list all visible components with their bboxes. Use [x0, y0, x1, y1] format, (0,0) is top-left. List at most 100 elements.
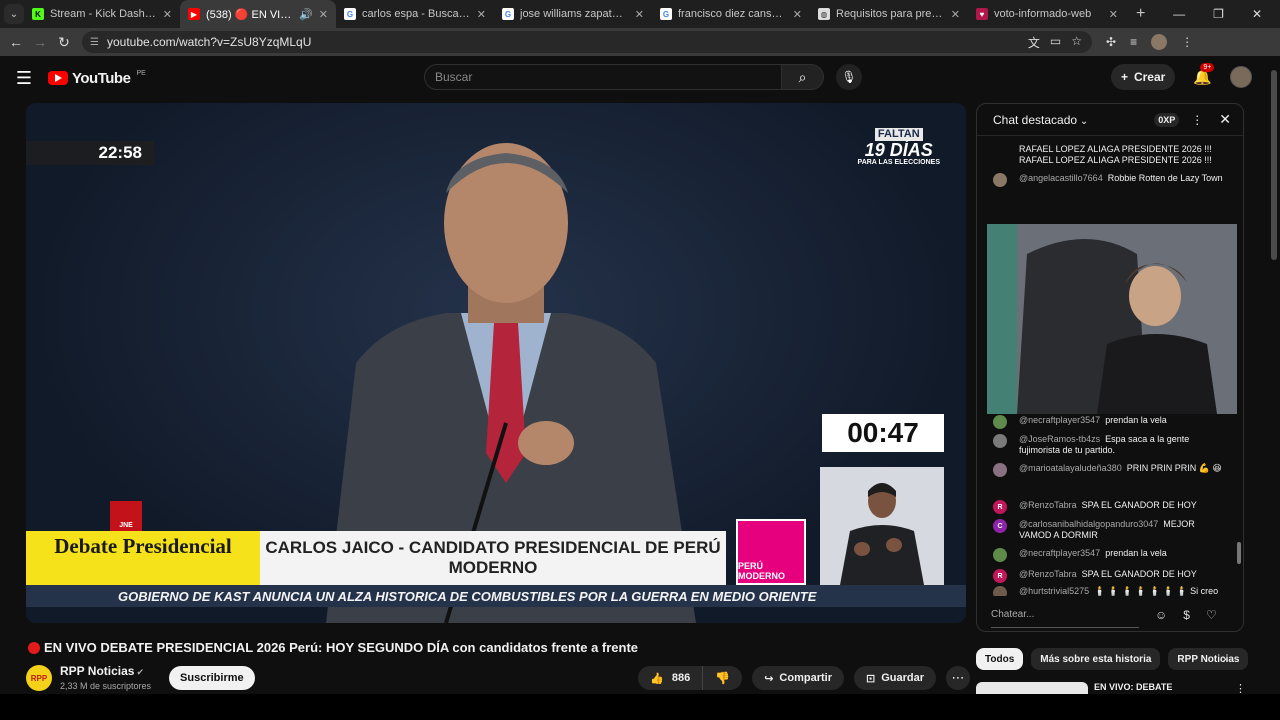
close-icon[interactable]: ✕	[477, 8, 486, 21]
like-dislike-group: 👍 886 👎	[638, 666, 743, 690]
minimize-icon[interactable]: —	[1173, 7, 1185, 21]
close-icon[interactable]: ✕	[951, 8, 960, 21]
video-player[interactable]: 22:58 FALTAN 19 DÍAS PARA LAS ELECCIONES…	[26, 103, 966, 623]
chip-all[interactable]: Todos	[976, 648, 1024, 670]
share-icon: ↪	[764, 672, 774, 685]
tab-google-search-francisco[interactable]: G francisco diez canseco - Buscar con Go…	[652, 0, 810, 28]
chat-avatar: C	[993, 519, 1007, 533]
account-avatar[interactable]	[1230, 66, 1252, 88]
omnibox-actions: 文 ▭ ☆	[1028, 34, 1092, 51]
speaker-icon[interactable]: 🔊	[299, 8, 313, 21]
heart-icon[interactable]: ♡	[1206, 608, 1217, 622]
page-scroll-thumb[interactable]	[1271, 70, 1277, 260]
chat-message: R @RenzoTabra SPA EL GANADOR DE HOY	[977, 500, 1211, 514]
search-input[interactable]	[424, 64, 782, 90]
google-icon: G	[502, 8, 514, 20]
like-button[interactable]: 👍 886	[638, 666, 704, 690]
thumbs-up-icon: 👍	[650, 672, 664, 685]
chat-scroll-thumb[interactable]	[1237, 542, 1241, 564]
live-chat-panel: Chat destacado 0XP ⋮ ✕ RAFAEL LOPEZ ALIA…	[976, 103, 1244, 632]
create-button[interactable]: + Crear	[1110, 64, 1176, 90]
tab-requisitos-presidente[interactable]: ◍ Requisitos para presidente Perú ✕	[810, 0, 968, 28]
notifications-bell-icon[interactable]: 🔔 9+	[1193, 63, 1215, 86]
url-text: youtube.com/watch?v=ZsU8YzqMLqU	[106, 35, 312, 49]
address-bar[interactable]: ☰ youtube.com/watch?v=ZsU8YzqMLqU 文 ▭ ☆	[82, 31, 1092, 53]
youtube-play-icon	[48, 71, 68, 85]
xp-badge[interactable]: 0XP	[1154, 112, 1180, 127]
share-button[interactable]: ↪ Compartir	[752, 666, 844, 690]
chat-avatar	[993, 586, 1007, 596]
close-icon[interactable]: ✕	[163, 8, 172, 21]
chip-channel[interactable]: RPP Noticias	[1168, 648, 1249, 670]
media-controls-icon[interactable]: ≡	[1130, 35, 1137, 49]
search-icon[interactable]: ⌕	[782, 64, 824, 90]
live-indicator-icon	[28, 641, 40, 654]
tab-google-search-jose[interactable]: G jose williams zapata - Buscar con Goog…	[494, 0, 652, 28]
window-controls: — ❐ ✕	[1173, 7, 1280, 21]
tab-voto-informado[interactable]: ♥ voto-informado-web ✕	[968, 0, 1126, 28]
extensions-icon[interactable]: ✣	[1106, 35, 1116, 49]
site-info-icon[interactable]: ☰	[90, 37, 99, 48]
microphone-icon[interactable]: 🎙	[836, 64, 862, 90]
party-logo: PERÚ MODERNO	[736, 519, 806, 585]
emoji-icon[interactable]: ☺	[1155, 608, 1167, 622]
chat-avatar: R	[993, 569, 1007, 583]
header-actions: + Crear 🔔 9+	[1110, 63, 1252, 90]
chat-message: @necraftplayer3547 prendan la vela	[977, 548, 1181, 562]
youtube-logo[interactable]: YouTube PE	[48, 70, 146, 87]
page-scrollbar[interactable]	[1270, 70, 1278, 694]
back-icon[interactable]: ←	[4, 34, 28, 50]
chat-menu-icon[interactable]: ⋮	[1191, 113, 1203, 127]
chevron-right-icon[interactable]: ›	[1222, 650, 1227, 666]
bookmark-star-icon[interactable]: ☆	[1071, 34, 1082, 51]
chat-header: Chat destacado 0XP ⋮ ✕	[977, 104, 1243, 136]
chat-avatar	[993, 173, 1007, 187]
dislike-button[interactable]: 👎	[703, 666, 742, 690]
close-icon[interactable]: ✕	[793, 8, 802, 21]
close-chat-icon[interactable]: ✕	[1219, 111, 1231, 128]
profile-avatar[interactable]	[1151, 34, 1168, 50]
recommendation-chips: Todos Más sobre esta historia RPP Notici…	[976, 648, 1249, 670]
new-tab-icon[interactable]: +	[1136, 5, 1145, 23]
google-icon: G	[344, 8, 356, 20]
verified-icon: ✔	[136, 666, 145, 677]
plus-icon: +	[1120, 70, 1128, 84]
channel-name[interactable]: RPP Noticias	[60, 664, 134, 678]
tab-google-search-carlos[interactable]: G carlos espa - Buscar con Google ✕	[336, 0, 494, 28]
countdown-badge: FALTAN 19 DÍAS PARA LAS ELECCIONES	[857, 128, 940, 166]
extensions-area: ✣ ≡ ⋮	[1106, 34, 1193, 50]
maximize-icon[interactable]: ❐	[1213, 7, 1224, 21]
chat-mode-dropdown[interactable]: Chat destacado	[993, 113, 1088, 127]
youtube-icon: ▶	[188, 8, 200, 20]
close-icon[interactable]: ✕	[319, 8, 328, 21]
more-actions-icon[interactable]: ⋯	[946, 666, 970, 690]
cast-icon[interactable]: ▭	[1050, 34, 1061, 51]
save-button[interactable]: ⊡ Guardar	[853, 666, 936, 690]
notifications-badge: 9+	[1200, 63, 1215, 72]
chip-more-story[interactable]: Más sobre esta historia	[1031, 648, 1161, 670]
close-icon[interactable]: ✕	[1109, 8, 1118, 21]
super-chat-icon[interactable]: $	[1183, 608, 1190, 622]
chat-message-text: RAFAEL LOPEZ ALIAGA PRESIDENTE 2026 !!!	[1019, 144, 1212, 154]
chat-avatar	[993, 463, 1007, 477]
forward-icon[interactable]: →	[28, 34, 52, 50]
channel-avatar[interactable]: RPP	[26, 665, 52, 691]
window-close-icon[interactable]: ✕	[1252, 7, 1262, 21]
chat-input[interactable]	[991, 602, 1139, 628]
chat-avatar	[993, 415, 1007, 429]
translate-icon[interactable]: 文	[1028, 34, 1040, 51]
chat-avatar: R	[993, 500, 1007, 514]
debate-label: Debate Presidencial	[26, 531, 260, 585]
hamburger-menu-icon[interactable]: ☰	[0, 68, 48, 89]
subscribe-button[interactable]: Suscribirme	[169, 666, 255, 690]
reload-icon[interactable]: ↻	[52, 34, 76, 51]
chat-scrollbar[interactable]	[1237, 140, 1241, 594]
clock-overlay: 22:58	[26, 141, 154, 165]
browser-menu-icon[interactable]: ⋮	[1181, 35, 1193, 49]
chat-message: @hurtstrivial5275 🕯️ 🕯️ 🕯️ 🕯️ 🕯️ 🕯️ 🕯️ Si…	[977, 586, 1243, 596]
tab-kick-dashboard[interactable]: K Stream - Kick Dashboard ✕	[24, 0, 180, 28]
tab-youtube-video[interactable]: ▶ (538) 🔴 EN VIVO DEBATE P… 🔊 ✕	[180, 0, 336, 28]
tab-search-icon[interactable]: ⌄	[4, 4, 24, 24]
subscriber-count: 2,33 M de suscriptores	[60, 680, 152, 691]
close-icon[interactable]: ✕	[635, 8, 644, 21]
